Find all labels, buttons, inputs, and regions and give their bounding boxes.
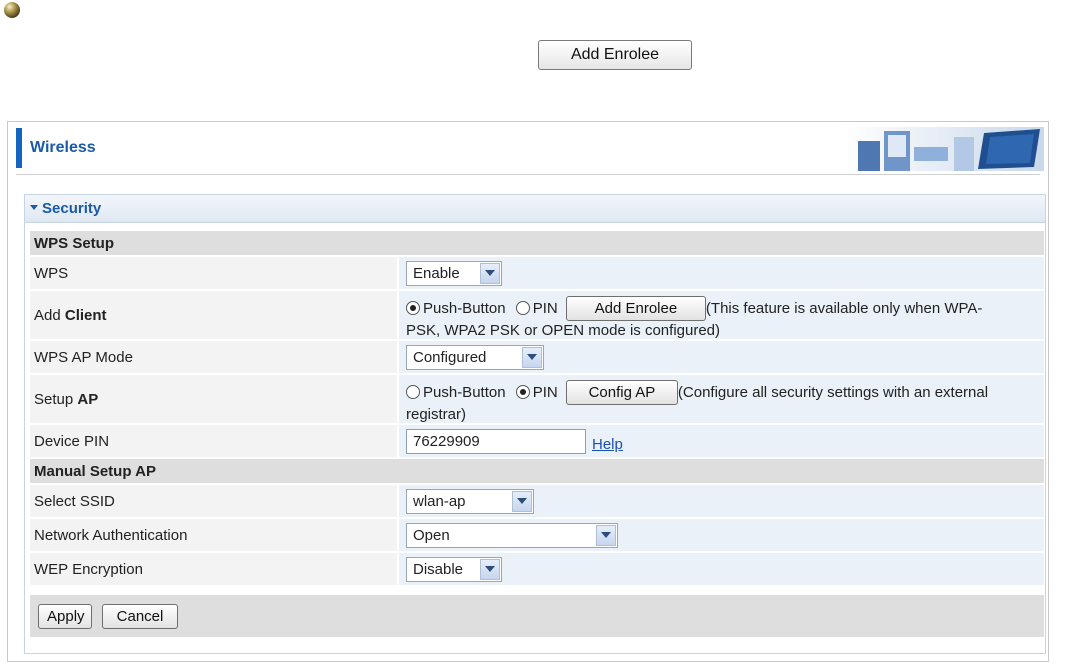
chevron-down-icon: [480, 558, 500, 580]
setup-ap-label-prefix: Setup: [34, 390, 74, 408]
header-divider: [16, 174, 1040, 175]
setup-ap-row: Setup AP Push-Button PIN Config AP (Confi…: [30, 375, 1044, 423]
action-bar: Apply Cancel: [30, 595, 1044, 637]
help-link[interactable]: Help: [592, 436, 623, 453]
security-section-header[interactable]: Security: [25, 195, 1045, 223]
wps-ap-mode-row: WPS AP Mode Configured: [30, 341, 1044, 373]
wireless-panel: Wireless Security WPS Setup WPS Enable A…: [7, 121, 1049, 662]
security-section-title: Security: [42, 200, 102, 217]
caret-down-icon: [30, 205, 38, 210]
wep-encryption-value: Disable: [413, 560, 464, 578]
wps-select[interactable]: Enable: [406, 260, 502, 286]
add-client-row: Add Client Push-Button PIN Add Enrolee (T…: [30, 291, 1044, 339]
network-auth-row: Network Authentication Open: [30, 519, 1044, 551]
setup-ap-label-bold: AP: [77, 390, 99, 408]
chevron-down-icon: [596, 524, 616, 546]
wep-encryption-select[interactable]: Disable: [406, 556, 502, 582]
setup-pin-label: PIN: [532, 384, 558, 401]
network-auth-value: Open: [413, 526, 450, 544]
setup-push-button-label: Push-Button: [423, 384, 506, 401]
add-client-label: Add Client: [30, 291, 397, 339]
setup-ap-note-line1: (Configure all security settings with an…: [677, 384, 989, 401]
chevron-down-icon: [512, 490, 532, 512]
add-enrolee-button-top[interactable]: Add Enrolee: [538, 40, 692, 70]
add-client-note-line2: PSK, WPA2 PSK or OPEN mode is configured…: [406, 322, 721, 339]
ssid-select-value: wlan-ap: [413, 492, 466, 510]
push-button-radio-label: Push-Button: [423, 300, 506, 317]
setup-ap-note-line2: registrar): [406, 406, 467, 423]
select-ssid-row: Select SSID wlan-ap: [30, 485, 1044, 517]
network-auth-label: Network Authentication: [30, 519, 397, 551]
manual-setup-group: Manual Setup AP: [30, 459, 1044, 483]
add-client-label-prefix: Add: [34, 306, 61, 324]
bullet-icon: [4, 2, 20, 18]
config-ap-button[interactable]: Config AP: [565, 380, 678, 405]
add-client-label-bold: Client: [64, 306, 107, 324]
setup-push-button-radio[interactable]: [406, 385, 420, 399]
manual-setup-heading: Manual Setup AP: [34, 462, 156, 480]
device-pin-row: Device PIN Help: [30, 425, 1044, 457]
wps-ap-mode-value: Configured: [413, 348, 487, 366]
wps-label: WPS: [30, 257, 397, 289]
setup-pin-radio[interactable]: [515, 385, 530, 399]
pin-radio-label: PIN: [532, 300, 558, 317]
ssid-select[interactable]: wlan-ap: [406, 488, 534, 514]
device-pin-label: Device PIN: [30, 425, 397, 457]
device-pin-input[interactable]: [406, 428, 586, 454]
wep-encryption-row: WEP Encryption Disable: [30, 553, 1044, 585]
cancel-button[interactable]: Cancel: [102, 603, 178, 629]
header-accent-bar: [16, 128, 22, 168]
add-enrolee-button[interactable]: Add Enrolee: [565, 296, 706, 321]
add-client-note-line1: (This feature is available only when WPA…: [705, 300, 983, 317]
push-button-radio[interactable]: [406, 301, 420, 315]
setup-ap-label: Setup AP: [30, 375, 397, 423]
select-ssid-label: Select SSID: [30, 485, 397, 517]
panel-header: Wireless: [8, 122, 1048, 176]
wps-select-value: Enable: [413, 264, 460, 282]
pin-radio[interactable]: [515, 301, 530, 315]
wep-encryption-label: WEP Encryption: [30, 553, 397, 585]
wps-ap-mode-label: WPS AP Mode: [30, 341, 397, 373]
page-title: Wireless: [30, 139, 96, 156]
apply-button[interactable]: Apply: [38, 603, 92, 629]
chevron-down-icon: [522, 346, 542, 368]
security-section: Security WPS Setup WPS Enable Add Client…: [24, 194, 1046, 654]
wps-setup-group: WPS Setup: [30, 231, 1044, 255]
wps-ap-mode-select[interactable]: Configured: [406, 344, 544, 370]
network-auth-select[interactable]: Open: [406, 522, 618, 548]
chevron-down-icon: [480, 262, 500, 284]
network-banner-icon: [844, 127, 1044, 171]
wps-row: WPS Enable: [30, 257, 1044, 289]
wps-setup-heading: WPS Setup: [34, 234, 115, 252]
